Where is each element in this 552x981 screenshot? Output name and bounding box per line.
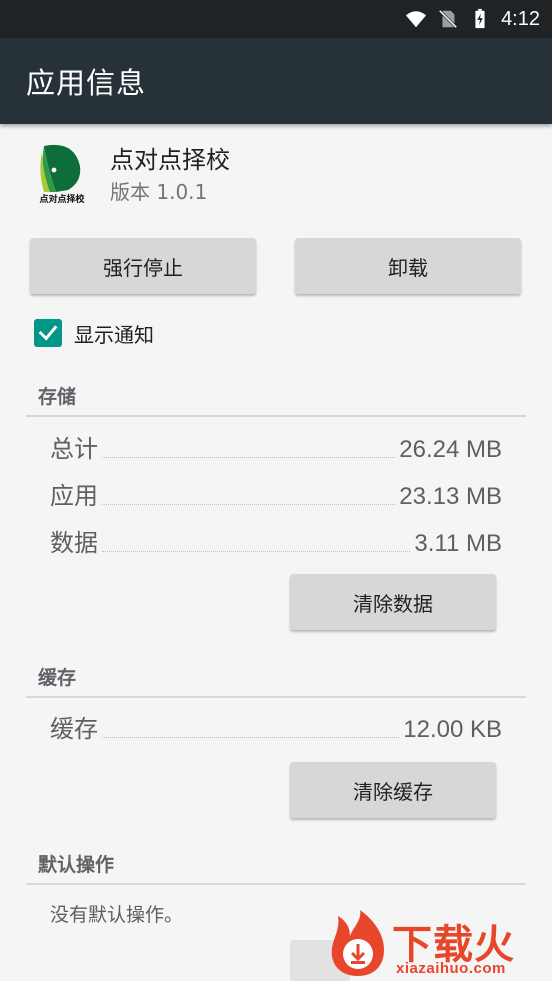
storage-data-label: 数据 [50,529,98,557]
status-time: 4:12 [501,7,540,30]
cache-value: 12.00 KB [403,716,502,743]
show-notifications-label: 显示通知 [74,322,154,347]
clear-cache-button[interactable]: 清除缓存 [290,762,496,818]
force-stop-button[interactable]: 强行停止 [30,238,256,294]
storage-row-data: 数据 3.11 MB [50,522,502,562]
storage-total-value: 26.24 MB [399,436,502,463]
storage-section-title: 存储 [38,386,77,408]
app-logo-text: 点对点择校 [39,193,85,204]
cache-label: 缓存 [50,715,98,743]
storage-data-value: 3.11 MB [414,530,502,557]
storage-divider [26,415,526,417]
flame-download-icon [331,910,384,976]
status-bar: 4:12 [0,0,552,38]
no-defaults-text: 没有默认操作。 [50,904,184,926]
app-header: 点对点择校 点对点择校 版本 1.0.1 [0,124,552,224]
cache-row: 缓存 12.00 KB [50,708,502,748]
app-logo-icon: 点对点择校 [39,144,85,204]
dotted-leader [102,737,400,738]
storage-app-value: 23.13 MB [399,483,502,510]
storage-row-total: 总计 26.24 MB [50,428,502,468]
app-version: 版本 1.0.1 [110,180,208,204]
storage-app-label: 应用 [50,482,98,510]
defaults-divider [26,883,526,885]
cache-section-title: 缓存 [38,667,77,689]
show-notifications-checkbox[interactable] [34,319,62,347]
no-sim-icon [438,9,458,29]
dotted-leader [102,551,411,552]
wifi-icon [405,11,427,28]
uninstall-button[interactable]: 卸载 [295,238,521,294]
show-notifications-row[interactable]: 显示通知 [34,318,154,348]
storage-total-label: 总计 [50,435,98,463]
page-title: 应用信息 [26,66,147,100]
dotted-leader [102,457,396,458]
check-icon [38,325,58,341]
cache-divider [26,696,526,698]
watermark: 下载火 xiazaihuo.com [322,908,552,981]
app-name: 点对点择校 [110,146,230,174]
status-icons: 4:12 [405,0,540,38]
clear-data-button[interactable]: 清除数据 [290,574,496,630]
defaults-section-title: 默认操作 [38,854,115,876]
battery-charging-icon [475,8,485,29]
watermark-url: xiazaihuo.com [396,960,506,977]
dotted-leader [102,504,396,505]
app-bar: 应用信息 [0,38,552,124]
storage-row-app: 应用 23.13 MB [50,475,502,515]
